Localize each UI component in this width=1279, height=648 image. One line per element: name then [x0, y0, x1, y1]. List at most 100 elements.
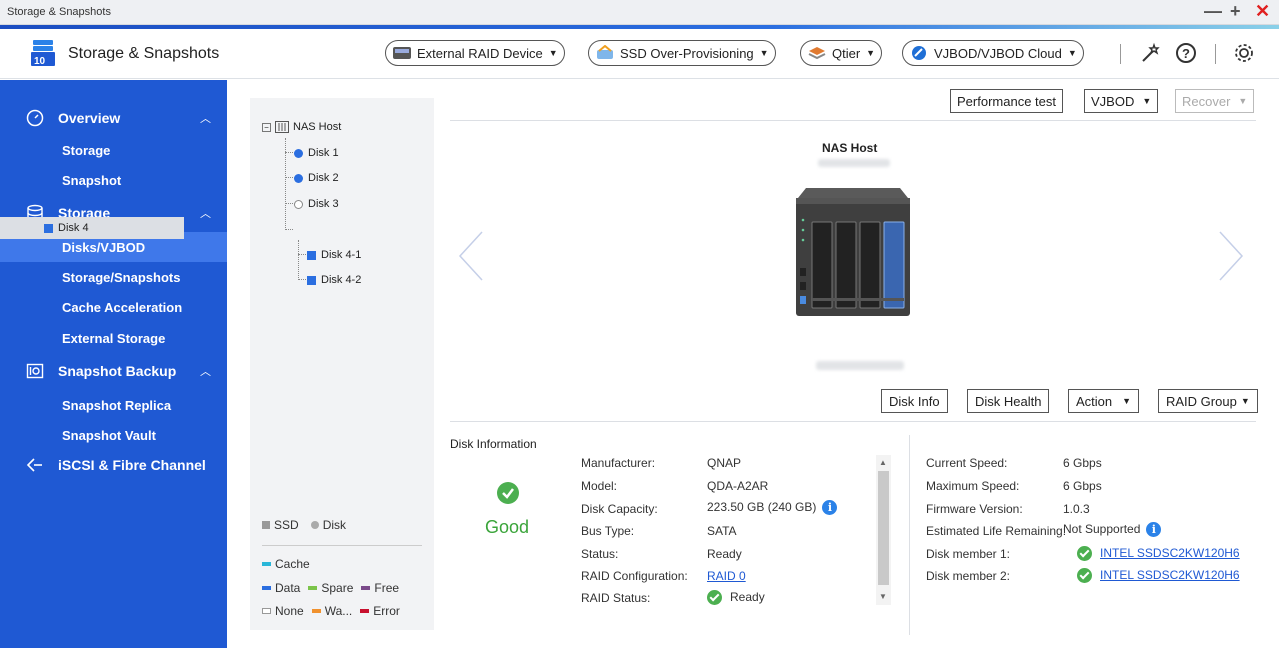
magic-wand-icon[interactable]: [1140, 42, 1162, 64]
window-title: Storage & Snapshots: [7, 6, 111, 18]
action-dropdown[interactable]: Action ▼: [1068, 389, 1140, 413]
raid-configuration-field: RAID 0: [707, 569, 746, 583]
bus-type-key: Bus Type:: [581, 524, 635, 538]
disk-member-2-link[interactable]: INTEL SSDSC2KW120H6: [1100, 568, 1240, 582]
tree-node-disk-4-1[interactable]: Disk 4-1: [307, 244, 361, 266]
sidebar-item-label: Snapshot Replica: [62, 398, 172, 413]
sidebar-item-label: Storage: [62, 143, 111, 158]
button-label: RAID Group: [1166, 393, 1237, 409]
performance-test-button[interactable]: Performance test: [950, 89, 1063, 113]
close-icon[interactable]: ✕: [1255, 2, 1270, 20]
tree-node-label: Disk 2: [308, 172, 339, 184]
legend-device-types: SSD Disk: [262, 518, 346, 532]
sidebar-group-label: iSCSI & Fibre Channel: [58, 457, 206, 473]
chevron-down-icon: ▼: [1238, 96, 1248, 106]
section-divider: [450, 421, 1256, 422]
tree-node-label: NAS Host: [293, 121, 342, 133]
sidebar-group-snapshot-backup[interactable]: Snapshot Backup ︿: [0, 356, 227, 386]
sidebar-item-external-storage[interactable]: External Storage: [0, 323, 227, 353]
collapse-icon[interactable]: −: [262, 122, 271, 132]
chevron-down-icon: ▼: [1067, 48, 1077, 58]
disk-member-1-key: Disk member 1:: [926, 547, 1011, 561]
status-value: Ready: [707, 547, 742, 561]
legend-label: Error: [373, 604, 400, 618]
sidebar-item-label: External Storage: [62, 331, 166, 346]
button-label: Recover: [1182, 93, 1231, 109]
tree-node-label: Disk 4: [58, 222, 89, 234]
check-circle-icon: [707, 590, 722, 606]
sidebar-item-snapshot-overview[interactable]: Snapshot: [0, 165, 227, 195]
sidebar-item-storage-snapshots[interactable]: Storage/Snapshots: [0, 262, 227, 292]
disk-health-status: Good: [485, 517, 530, 537]
sidebar-item-label: Snapshot: [62, 173, 122, 188]
scroll-down-icon[interactable]: ▼: [879, 592, 887, 601]
tree-node-nas-host[interactable]: − NAS Host: [262, 116, 341, 138]
maximum-speed-value: 6 Gbps: [1063, 479, 1102, 493]
info-icon[interactable]: i: [1146, 522, 1162, 538]
disk-member-1-link[interactable]: INTEL SSDSC2KW120H6: [1100, 546, 1240, 560]
legend-label: SSD: [274, 518, 299, 532]
maximize-icon[interactable]: +: [1230, 2, 1241, 20]
next-arrow-icon[interactable]: [1216, 230, 1246, 282]
disk-info-scrollbar[interactable]: ▲ ▼: [876, 455, 891, 605]
raid-group-dropdown[interactable]: RAID Group ▼: [1158, 389, 1258, 413]
scroll-up-icon[interactable]: ▲: [879, 458, 887, 467]
help-icon[interactable]: ?: [1175, 42, 1197, 64]
nas-device-image: [796, 188, 910, 316]
minimize-icon[interactable]: —: [1204, 2, 1222, 20]
tree-connector: [285, 203, 293, 204]
disk-health-button[interactable]: Disk Health: [967, 389, 1050, 413]
qtier-icon: [808, 47, 826, 60]
sidebar-group-overview[interactable]: Overview ︿: [0, 103, 227, 133]
button-label: Disk Info: [889, 393, 940, 409]
vjbod-cloud-button[interactable]: VJBOD/VJBOD Cloud ▼: [902, 40, 1084, 66]
disk-icon: [294, 173, 303, 183]
check-circle-icon: [1077, 546, 1092, 562]
gear-icon[interactable]: [1233, 42, 1255, 64]
tree-node-label: Disk 3: [308, 198, 339, 210]
chevron-down-icon: ▼: [1240, 396, 1250, 406]
chevron-up-icon: ︿: [200, 113, 211, 125]
sidebar-item-snapshot-vault[interactable]: Snapshot Vault: [0, 420, 227, 450]
vjbod-dropdown[interactable]: VJBOD ▼: [1084, 89, 1159, 113]
previous-arrow-icon[interactable]: [456, 230, 486, 282]
disk-info-button[interactable]: Disk Info: [881, 389, 948, 413]
ssd-over-provisioning-button[interactable]: SSD Over-Provisioning ▼: [588, 40, 776, 66]
estimated-life-value: Not Supported: [1063, 522, 1141, 536]
check-circle-icon: [497, 482, 519, 504]
qtier-button[interactable]: Qtier ▼: [800, 40, 883, 66]
raid-configuration-link[interactable]: RAID 0: [707, 569, 746, 583]
info-icon[interactable]: i: [822, 500, 838, 516]
estimated-life-key: Estimated Life Remaining:: [926, 524, 1067, 538]
sidebar-item-snapshot-replica[interactable]: Snapshot Replica: [0, 390, 227, 420]
sidebar: Overview ︿ Storage Snapshot Storage ︿ Di…: [0, 80, 227, 648]
tree-node-disk-4-2[interactable]: Disk 4-2: [307, 269, 361, 291]
sidebar-item-cache-acceleration[interactable]: Cache Acceleration: [0, 292, 227, 322]
speedometer-icon: [26, 109, 44, 127]
disk-information-label: Disk Information: [450, 437, 537, 451]
tree-node-disk-1[interactable]: Disk 1: [294, 142, 339, 164]
sidebar-group-label: Snapshot Backup: [58, 363, 177, 379]
tree-node-disk-4[interactable]: Disk 4: [0, 217, 184, 239]
manufacturer-key: Manufacturer:: [581, 456, 656, 470]
scrollbar-thumb[interactable]: [878, 471, 889, 585]
device-title: NAS Host: [822, 141, 878, 155]
tree-node-disk-3[interactable]: Disk 3: [294, 193, 339, 215]
bus-type-value: SATA: [707, 524, 737, 538]
sidebar-item-storage-overview[interactable]: Storage: [0, 135, 227, 165]
legend-none-warning-error: None Wa... Error: [262, 604, 400, 618]
svg-text:?: ?: [1182, 46, 1190, 61]
raid-status-value: Ready: [730, 590, 765, 604]
button-label: Performance test: [957, 93, 1056, 109]
sidebar-group-iscsi[interactable]: iSCSI & Fibre Channel: [0, 450, 227, 480]
disk-capacity-field: 223.50 GB (240 GB) i: [707, 500, 838, 516]
tree-node-label: Disk 4-1: [321, 249, 362, 261]
tree-node-disk-2[interactable]: Disk 2: [294, 167, 339, 189]
legend-label: Disk: [322, 518, 347, 532]
model-value: QDA-A2AR: [707, 479, 769, 493]
legend-label: Data: [275, 581, 301, 595]
recover-dropdown[interactable]: Recover ▼: [1175, 89, 1255, 113]
external-raid-device-button[interactable]: External RAID Device ▼: [385, 40, 565, 66]
sidebar-item-label: Disks/VJBOD: [62, 240, 146, 255]
sidebar-item-label: Storage/Snapshots: [62, 270, 181, 285]
